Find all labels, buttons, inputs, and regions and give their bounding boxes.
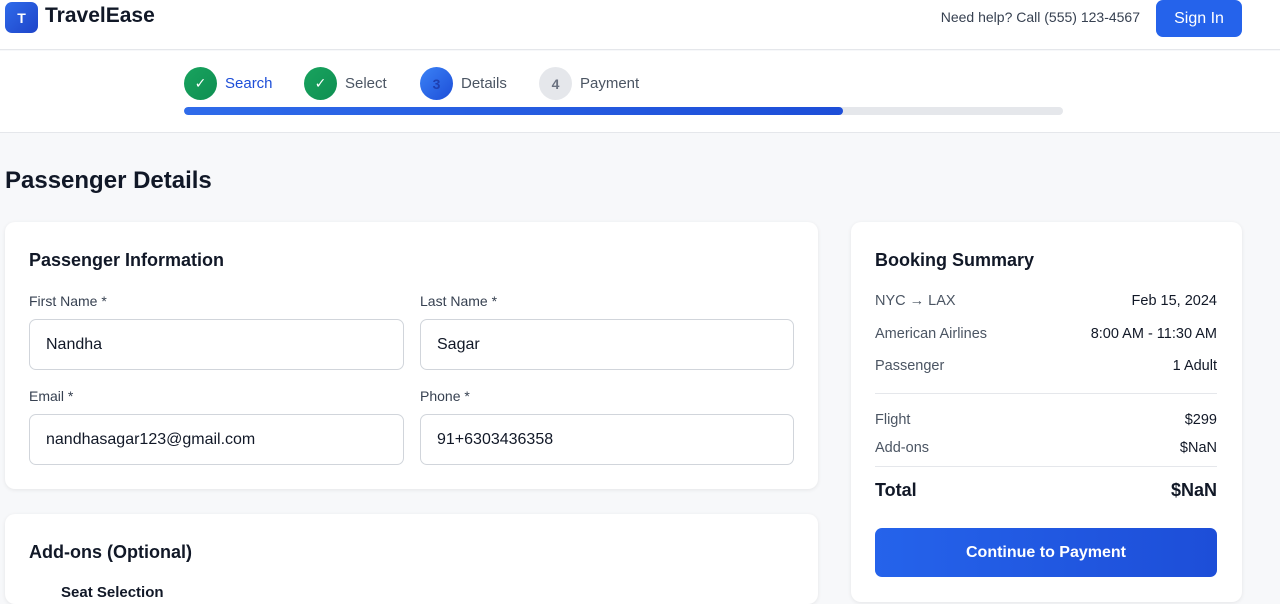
progress-bar-fill [184,107,844,115]
summary-total-row: Total $NaN [875,480,1217,501]
time-text: 8:00 AM - 11:30 AM [1090,326,1217,342]
first-name-label: First Name * [29,293,107,309]
addons-label: Add-ons [875,440,930,456]
addons-card: Add-ons (Optional) Seat Selection [5,514,818,604]
summary-airline-row: American Airlines 8:00 AM - 11:30 AM [875,326,1217,342]
passenger-count: 1 Adult [1172,358,1217,374]
addons-price: $NaN [1179,440,1217,456]
step-number: 4 [539,67,572,100]
summary-passenger-row: Passenger 1 Adult [875,358,1217,374]
airline-text: American Airlines [875,326,988,342]
brand-name[interactable]: TravelEase [45,4,155,28]
phone-input[interactable]: 91+6303436358 [420,414,794,465]
card-title: Passenger Information [29,250,225,270]
first-name-input[interactable]: Nandha [29,319,404,370]
step-label: Select [345,75,387,92]
top-nav-bar: T TravelEase Need help? Call (555) 123-4… [0,0,1280,50]
flight-label: Flight [875,412,911,428]
progress-stepper: ✓ Search ✓ Select 3 Details 4 Payment [0,51,1280,133]
step-number: 3 [420,67,453,100]
step-payment[interactable]: 4 Payment [539,67,639,100]
step-search[interactable]: ✓ Search [184,67,273,100]
help-text: Need help? Call (555) 123-4567 [940,9,1140,25]
passenger-label: Passenger [875,358,945,374]
summary-divider [875,466,1217,467]
total-price: $NaN [1170,480,1217,500]
step-label: Details [461,75,507,92]
card-title: Add-ons (Optional) [29,542,192,562]
step-select[interactable]: ✓ Select [304,67,387,100]
date-text: Feb 15, 2024 [1131,293,1217,309]
page-title: Passenger Details [5,167,212,194]
email-label: Email * [29,388,74,404]
seat-selection-label[interactable]: Seat Selection [61,584,164,601]
step-check-icon: ✓ [304,67,337,100]
summary-flight-row: Flight $299 [875,412,1217,428]
step-label: Search [225,75,273,92]
continue-to-payment-button[interactable]: Continue to Payment [875,528,1217,577]
progress-bar [184,107,1063,115]
summary-title: Booking Summary [875,250,1035,270]
summary-addons-row: Add-ons $NaN [875,440,1217,456]
step-label: Payment [580,75,640,92]
last-name-input[interactable]: Sagar [420,319,794,370]
email-input[interactable]: nandhasagar123@gmail.com [29,414,404,465]
step-check-icon: ✓ [184,67,217,100]
sign-in-button[interactable]: Sign In [1156,0,1242,37]
summary-divider [875,393,1217,394]
phone-label: Phone * [420,388,470,404]
step-details[interactable]: 3 Details [420,67,507,100]
route-text: NYC → LAX [875,293,956,309]
flight-price: $299 [1184,412,1217,428]
booking-summary-card: Booking Summary NYC → LAX Feb 15, 2024 A… [851,222,1242,602]
last-name-label: Last Name * [420,293,498,309]
logo-icon[interactable]: T [5,2,38,33]
total-label: Total [875,480,917,500]
passenger-info-card: Passenger Information First Name * Nandh… [5,222,818,489]
summary-route-row: NYC → LAX Feb 15, 2024 [875,293,1217,309]
